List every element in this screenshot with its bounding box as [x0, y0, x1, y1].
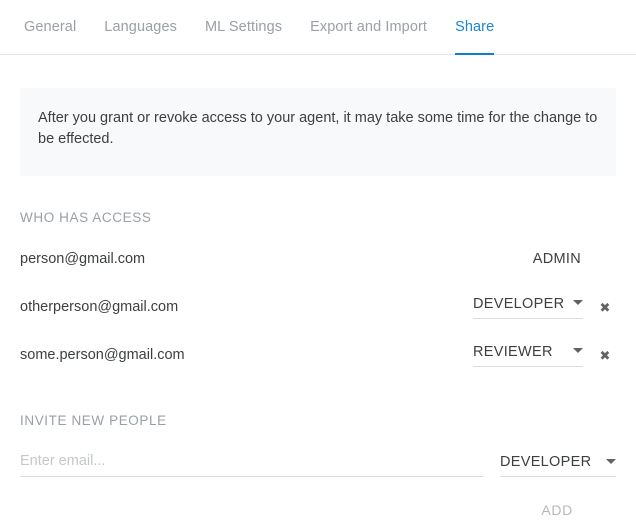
tab-export-and-import[interactable]: Export and Import [296, 0, 441, 55]
chevron-down-icon [606, 458, 616, 464]
invite-row: DEVELOPER [20, 452, 616, 478]
invite-email-input[interactable] [20, 453, 483, 478]
tab-share[interactable]: Share [441, 0, 508, 55]
access-list: person@gmail.com ADMIN otherperson@gmail… [20, 235, 616, 379]
remove-access-button[interactable]: ✖ [594, 349, 616, 362]
access-email: person@gmail.com [20, 251, 146, 268]
info-banner-text: After you grant or revoke access to your… [38, 110, 598, 148]
access-email: some.person@gmail.com [20, 347, 185, 364]
tab-languages[interactable]: Languages [90, 0, 191, 55]
access-role-select[interactable]: REVIEWER [473, 344, 583, 367]
remove-access-button[interactable]: ✖ [594, 301, 616, 314]
tab-ml-settings[interactable]: ML Settings [191, 0, 296, 55]
invite-email-wrapper [20, 452, 483, 478]
info-banner: After you grant or revoke access to your… [20, 88, 616, 177]
access-role-select[interactable]: DEVELOPER [473, 296, 583, 319]
who-has-access-label: WHO HAS ACCESS [20, 210, 152, 226]
add-button-row: ADD [20, 498, 616, 522]
table-row: person@gmail.com ADMIN [20, 235, 616, 283]
access-email: otherperson@gmail.com [20, 299, 179, 316]
chevron-down-icon [573, 300, 583, 306]
settings-tab-bar: General Languages ML Settings Export and… [0, 0, 636, 55]
access-role-value: REVIEWER [473, 343, 553, 360]
table-row: some.person@gmail.com REVIEWER ✖ [20, 331, 616, 379]
invite-new-people-label: INVITE NEW PEOPLE [20, 413, 167, 429]
invite-role-select[interactable]: DEVELOPER [500, 454, 616, 478]
access-role-static: ADMIN [532, 251, 581, 268]
share-settings-panel: After you grant or revoke access to your… [0, 88, 636, 522]
tab-general[interactable]: General [10, 0, 90, 55]
chevron-down-icon [573, 348, 583, 354]
table-row: otherperson@gmail.com DEVELOPER ✖ [20, 283, 616, 331]
add-user-button[interactable]: ADD [539, 498, 575, 522]
invite-role-value: DEVELOPER [500, 454, 592, 471]
access-role-value: DEVELOPER [473, 295, 565, 312]
